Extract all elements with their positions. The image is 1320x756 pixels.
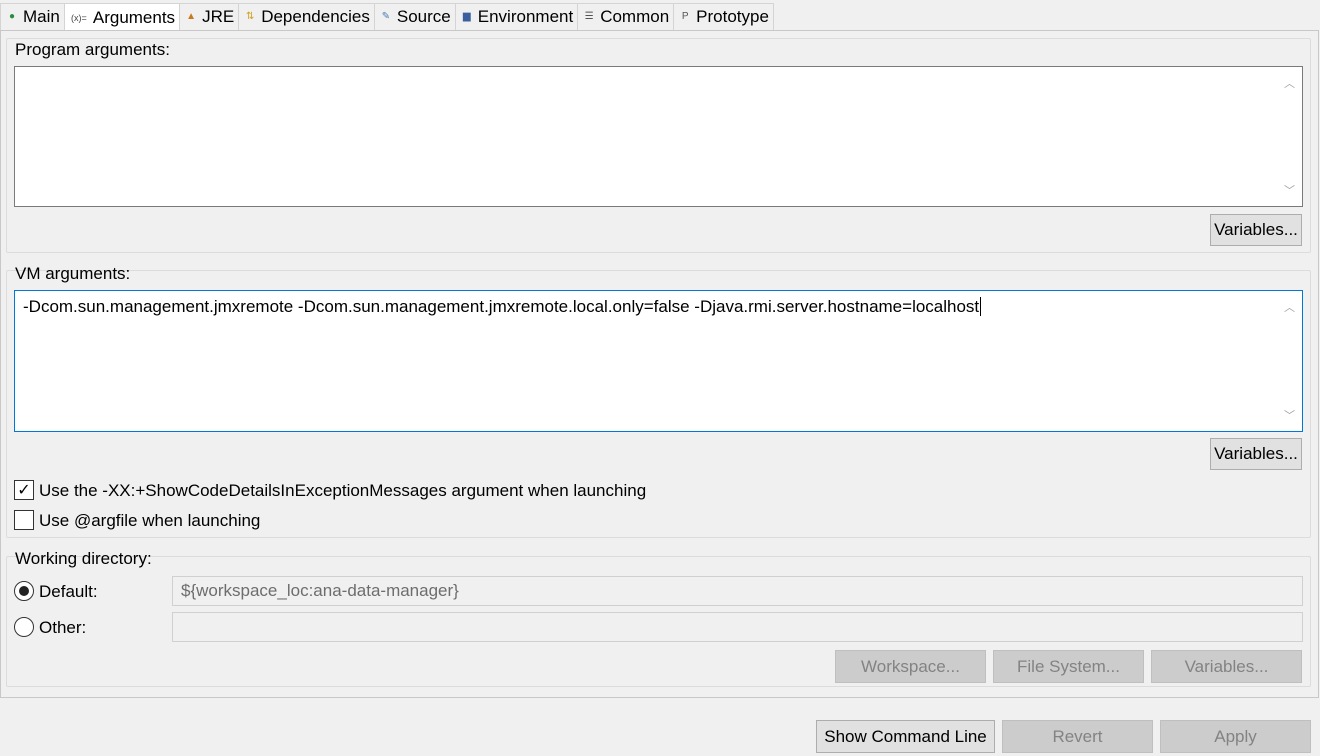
- common-icon: ☰: [584, 11, 594, 22]
- scrollbar[interactable]: ︿ ﹀: [1276, 291, 1302, 431]
- source-icon: ✎: [381, 11, 391, 22]
- vm-arguments-input[interactable]: -Dcom.sun.management.jmxremote -Dcom.sun…: [14, 290, 1303, 432]
- scroll-down-icon[interactable]: ﹀: [1284, 407, 1295, 423]
- tab-prototype[interactable]: P Prototype: [673, 3, 774, 30]
- tab-main[interactable]: ● Main: [0, 3, 65, 30]
- working-variables-button[interactable]: Variables...: [1151, 650, 1302, 683]
- prototype-icon: P: [681, 11, 689, 22]
- program-variables-button[interactable]: Variables...: [1210, 214, 1302, 246]
- argfile-checkbox[interactable]: [14, 510, 34, 530]
- default-radio[interactable]: [14, 581, 34, 601]
- tab-label: Dependencies: [261, 7, 370, 26]
- arguments-icon: (x)=: [70, 12, 87, 23]
- tab-label: Arguments: [92, 7, 176, 27]
- program-arguments-input[interactable]: ︿ ﹀: [14, 66, 1303, 207]
- tab-source[interactable]: ✎ Source: [373, 3, 456, 30]
- environment-icon: ▆: [462, 11, 471, 22]
- tab-environment[interactable]: ▆ Environment: [454, 3, 579, 30]
- tab-jre[interactable]: ▲ JRE: [179, 3, 240, 30]
- other-label[interactable]: Other:: [39, 618, 86, 638]
- checkmark-icon: ✓: [17, 482, 31, 499]
- program-arguments-label: Program arguments:: [15, 40, 170, 59]
- vm-arguments-label: VM arguments:: [15, 264, 131, 283]
- tab-label: Main: [23, 7, 60, 26]
- tab-dependencies[interactable]: ⇅ Dependencies: [238, 3, 375, 30]
- tab-common[interactable]: ☰ Common: [577, 3, 675, 30]
- apply-button[interactable]: Apply: [1160, 720, 1311, 753]
- revert-button[interactable]: Revert: [1002, 720, 1153, 753]
- show-code-details-checkbox[interactable]: ✓: [14, 480, 34, 500]
- default-directory-field: ${workspace_loc:ana-data-manager}: [172, 576, 1303, 606]
- main-icon: ●: [8, 11, 16, 22]
- jre-icon: ▲: [186, 11, 197, 22]
- tab-label: Source: [396, 7, 451, 26]
- scrollbar[interactable]: ︿ ﹀: [1276, 67, 1302, 206]
- vm-variables-button[interactable]: Variables...: [1210, 438, 1302, 470]
- working-directory-label: Working directory:: [15, 549, 152, 568]
- tab-bar: ● Main (x)= Arguments ▲ JRE ⇅ Dependencies ✎ Sour…: [0, 3, 774, 31]
- tab-arguments[interactable]: (x)= Arguments: [63, 3, 181, 31]
- other-radio[interactable]: [14, 617, 34, 637]
- scroll-up-icon[interactable]: ︿: [1284, 75, 1295, 91]
- dependencies-icon: ⇅: [245, 11, 255, 22]
- tab-label: Environment: [477, 7, 574, 26]
- radio-selected-dot: [19, 586, 29, 596]
- scroll-up-icon[interactable]: ︿: [1284, 299, 1295, 315]
- tab-label: JRE: [202, 7, 235, 26]
- other-directory-field: [172, 612, 1303, 642]
- argfile-label[interactable]: Use @argfile when launching: [39, 511, 260, 531]
- tab-label: Common: [600, 7, 670, 26]
- scroll-down-icon[interactable]: ﹀: [1284, 182, 1295, 198]
- default-label[interactable]: Default:: [39, 582, 98, 602]
- show-command-line-button[interactable]: Show Command Line: [816, 720, 995, 753]
- workspace-button[interactable]: Workspace...: [835, 650, 986, 683]
- file-system-button[interactable]: File System...: [993, 650, 1144, 683]
- show-code-details-label[interactable]: Use the -XX:+ShowCodeDetailsInExceptionM…: [39, 481, 646, 501]
- tab-label: Prototype: [696, 7, 769, 26]
